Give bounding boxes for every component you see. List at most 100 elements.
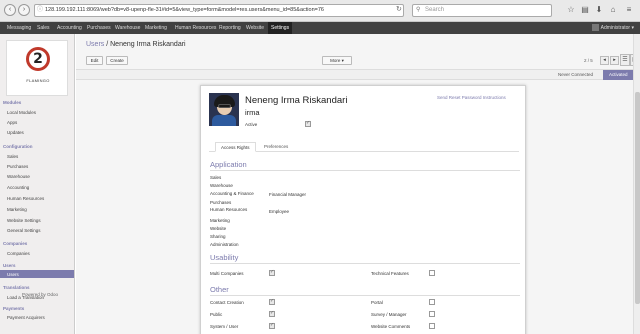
- multi-companies-label: Multi Companies: [210, 271, 244, 276]
- logo-text: FLAMINGO: [26, 78, 50, 83]
- active-checkbox[interactable]: [305, 120, 311, 127]
- sidebar-item-human-resources[interactable]: Human Resources: [7, 196, 44, 201]
- sidebar-item-sales[interactable]: Sales: [7, 154, 18, 159]
- website-comments-label: Website Comments: [371, 324, 411, 329]
- address-bar[interactable]: ⓘ 128.199.192.111:8069/web?db=v8-upenp-f…: [34, 4, 404, 17]
- app-value-accounting[interactable]: Financial Manager: [269, 192, 306, 197]
- home-icon[interactable]: ⌂: [608, 5, 618, 15]
- sidebar-section-users: Users: [3, 263, 16, 268]
- breadcrumb-users-link[interactable]: Users: [86, 41, 104, 48]
- browser-search-input[interactable]: ⚲ Search: [412, 4, 552, 17]
- contact-creation-checkbox[interactable]: [269, 298, 275, 305]
- breadcrumb-current: Neneng Irma Riskandari: [110, 41, 186, 48]
- app-label-administration: Administration: [210, 242, 239, 247]
- top-menu: Messaging Sales Accounting Purchases War…: [0, 22, 640, 34]
- sidebar-item-website-settings[interactable]: Website Settings: [7, 218, 41, 223]
- app-label-purchases: Purchases: [210, 200, 232, 205]
- survey-manager-label: Survey / Manager: [371, 312, 407, 317]
- sidebar-item-local-modules[interactable]: Local Modules: [7, 110, 36, 115]
- tab-access-rights[interactable]: Access Rights: [215, 142, 256, 152]
- app-label-accounting: Accounting & Finance: [210, 191, 254, 196]
- multi-companies-checkbox[interactable]: [269, 269, 275, 276]
- bookmark-star-icon[interactable]: ☆: [566, 5, 576, 15]
- status-activated[interactable]: Activated: [603, 70, 634, 80]
- sidebar-item-users[interactable]: Users: [7, 272, 19, 277]
- url-text: 128.199.192.111:8069/web?db=v8-upenp-fle…: [45, 7, 324, 13]
- app-label-sales: Sales: [210, 175, 222, 180]
- portal-checkbox[interactable]: [429, 299, 435, 305]
- sidebar-item-marketing[interactable]: Marketing: [7, 207, 27, 212]
- app-label-sharing: Sharing: [210, 234, 226, 239]
- sidebar-section-modules: Modules: [3, 100, 22, 105]
- usability-heading: Usability: [210, 253, 239, 262]
- bookmarks-icon[interactable]: ▤: [580, 5, 590, 15]
- menu-human-resources[interactable]: Human Resources: [175, 22, 216, 34]
- sidebar-item-updates[interactable]: Updates: [7, 130, 24, 135]
- more-dropdown[interactable]: More ▾: [322, 56, 352, 65]
- sidebar-item-warehouse[interactable]: Warehouse: [7, 174, 30, 179]
- sidebar-item-apps[interactable]: Apps: [7, 120, 17, 125]
- survey-manager-checkbox[interactable]: [429, 311, 435, 317]
- sidebar-item-purchases[interactable]: Purchases: [7, 164, 28, 169]
- main-content: Users / Neneng Irma Riskandari Edit Crea…: [76, 34, 640, 334]
- divider: [210, 263, 520, 264]
- menu-website[interactable]: Website: [246, 22, 264, 34]
- technical-features-label: Technical Features: [371, 271, 409, 276]
- sidebar-item-companies[interactable]: Companies: [7, 251, 30, 256]
- sidebar-section-companies: Companies: [3, 241, 28, 246]
- sidebar-section-configuration: Configuration: [3, 144, 33, 149]
- contact-creation-label: Contact Creation: [210, 300, 244, 305]
- user-menu[interactable]: Administrator ▾: [591, 22, 634, 34]
- divider: [210, 295, 520, 296]
- other-heading: Other: [210, 285, 229, 294]
- application-heading: Application: [210, 160, 247, 169]
- prev-record-button[interactable]: ◂: [600, 56, 609, 65]
- company-logo[interactable]: 2 FLAMINGO: [6, 40, 68, 96]
- sidebar-item-general-settings[interactable]: General Settings: [7, 228, 41, 233]
- sidebar: 2 FLAMINGO Modules Local Modules Apps Up…: [0, 34, 75, 334]
- menu-marketing[interactable]: Marketing: [145, 22, 167, 34]
- sidebar-item-payment-acquirers[interactable]: Payment Acquirers: [7, 315, 45, 320]
- public-checkbox[interactable]: [269, 310, 275, 317]
- form-tabs: Access Rights Preferences: [209, 142, 519, 152]
- back-icon[interactable]: ‹: [4, 4, 16, 16]
- divider: [210, 170, 520, 171]
- tab-preferences[interactable]: Preferences: [259, 142, 293, 152]
- scrollbar-thumb[interactable]: [635, 92, 640, 304]
- sidebar-section-payments: Payments: [3, 306, 25, 311]
- powered-by[interactable]: Powered by Odoo: [22, 292, 58, 297]
- pager-counter: 2 / 5: [584, 58, 593, 63]
- system-user-checkbox[interactable]: [269, 322, 275, 329]
- edit-button[interactable]: Edit: [86, 56, 103, 65]
- menu-settings[interactable]: Settings: [268, 22, 293, 34]
- search-placeholder: Search: [425, 7, 445, 13]
- sidebar-section-translations: Translations: [3, 285, 30, 290]
- forward-icon[interactable]: ›: [18, 4, 30, 16]
- send-reset-password-link[interactable]: Send Reset Password Instructions: [437, 95, 506, 100]
- reload-icon[interactable]: ↻: [396, 5, 402, 13]
- website-comments-checkbox[interactable]: [429, 323, 435, 329]
- public-label: Public: [210, 312, 223, 317]
- next-record-button[interactable]: ▸: [610, 56, 619, 65]
- menu-reporting[interactable]: Reporting: [219, 22, 241, 34]
- technical-features-checkbox[interactable]: [429, 270, 435, 276]
- list-view-icon[interactable]: ☰: [620, 54, 630, 66]
- form-sheet: Neneng Irma Riskandari irma Send Reset P…: [200, 85, 526, 334]
- menu-purchases[interactable]: Purchases: [87, 22, 111, 34]
- create-button[interactable]: Create: [106, 56, 128, 65]
- user-photo[interactable]: [209, 93, 239, 126]
- menu-accounting[interactable]: Accounting: [57, 22, 82, 34]
- page-scrollbar[interactable]: [633, 34, 640, 334]
- app-label-warehouse: Warehouse: [210, 183, 233, 188]
- menu-messaging[interactable]: Messaging: [7, 22, 31, 34]
- portal-label: Portal: [371, 300, 383, 305]
- menu-warehouse[interactable]: Warehouse: [115, 22, 140, 34]
- breadcrumb: Users / Neneng Irma Riskandari: [86, 41, 186, 48]
- sidebar-item-accounting[interactable]: Accounting: [7, 185, 29, 190]
- app-value-human-resources[interactable]: Employee: [269, 209, 289, 214]
- menu-sales[interactable]: Sales: [37, 22, 50, 34]
- status-never-connected[interactable]: Never Connected: [558, 70, 593, 80]
- user-full-name: Neneng Irma Riskandari: [245, 95, 348, 106]
- menu-icon[interactable]: ≡: [624, 5, 634, 15]
- download-icon[interactable]: ⬇: [594, 5, 604, 15]
